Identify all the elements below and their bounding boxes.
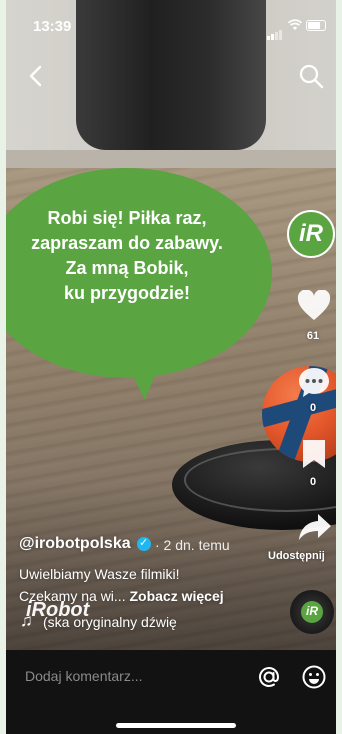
- disc-logo-text: iR: [306, 604, 318, 618]
- post-age: · 2 dn. temu: [155, 537, 230, 553]
- verified-badge-icon: [137, 536, 151, 551]
- emoji-icon[interactable]: [301, 664, 327, 690]
- see-more-link[interactable]: Zobacz więcej: [129, 588, 223, 604]
- comment-input[interactable]: Dodaj komentarz...: [25, 668, 143, 684]
- speech-line: ku przygodzie!: [63, 283, 190, 303]
- home-indicator: [116, 723, 236, 728]
- disc-logo: iR: [301, 601, 323, 623]
- cellular-signal-icon: [267, 22, 283, 40]
- music-title[interactable]: (ska oryginalny dźwię: [43, 614, 177, 630]
- share-arrow-icon[interactable]: [297, 512, 333, 542]
- back-button[interactable]: [22, 62, 50, 90]
- phone-frame: Robi się! Piłka raz, zapraszam do zabawy…: [6, 0, 336, 734]
- bookmark-icon[interactable]: [301, 438, 327, 470]
- author-handle[interactable]: @irobotpolska: [19, 535, 131, 553]
- speech-line: Za mną Bobik,: [65, 258, 189, 278]
- heart-icon[interactable]: [297, 290, 331, 322]
- comment-count: 0: [309, 402, 317, 414]
- caption-line: Uwielbiamy Wasze filmiki!: [19, 566, 180, 582]
- wifi-icon: [288, 19, 302, 30]
- battery-icon: [306, 20, 326, 31]
- comment-bar: Dodaj komentarz...: [6, 650, 336, 734]
- speech-line: Robi się! Piłka raz,: [47, 208, 207, 228]
- search-icon[interactable]: [297, 62, 325, 90]
- music-disc[interactable]: iR: [290, 590, 334, 634]
- save-count: 0: [309, 476, 317, 488]
- like-count: 61: [306, 330, 320, 342]
- comment-icon[interactable]: [297, 366, 331, 398]
- avatar-logo-text: iR: [299, 220, 323, 247]
- speech-line: zapraszam do zabawy.: [31, 233, 223, 253]
- speech-bubble-text: Robi się! Piłka raz, zapraszam do zabawy…: [6, 206, 252, 306]
- music-note-icon: ♫: [20, 611, 33, 630]
- scene-baseboard: [6, 150, 336, 170]
- status-time: 13:39: [33, 18, 72, 35]
- status-bar: 13:39: [6, 0, 336, 44]
- share-label[interactable]: Udostępnij: [268, 550, 325, 562]
- mention-icon[interactable]: [256, 664, 282, 690]
- creator-avatar[interactable]: iR: [287, 210, 335, 258]
